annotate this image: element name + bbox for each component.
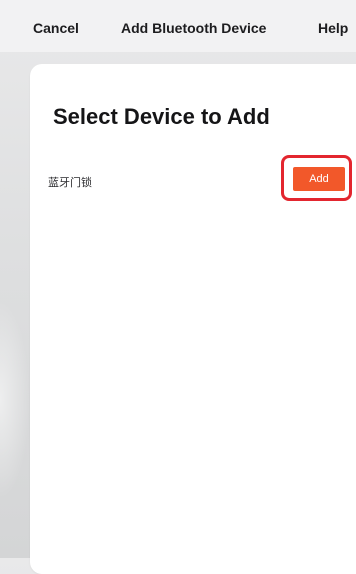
help-button[interactable]: Help [318, 20, 356, 36]
device-name-label: 蓝牙门锁 [48, 176, 92, 189]
add-device-button[interactable]: Add [293, 167, 345, 191]
device-selection-card: Select Device to Add 蓝牙门锁 Add [30, 64, 356, 574]
page-title: Add Bluetooth Device [121, 20, 267, 36]
top-navigation-bar: Cancel Add Bluetooth Device Help [0, 0, 356, 52]
cancel-button[interactable]: Cancel [33, 20, 79, 36]
background-shade [0, 300, 30, 500]
section-heading: Select Device to Add [53, 104, 270, 129]
